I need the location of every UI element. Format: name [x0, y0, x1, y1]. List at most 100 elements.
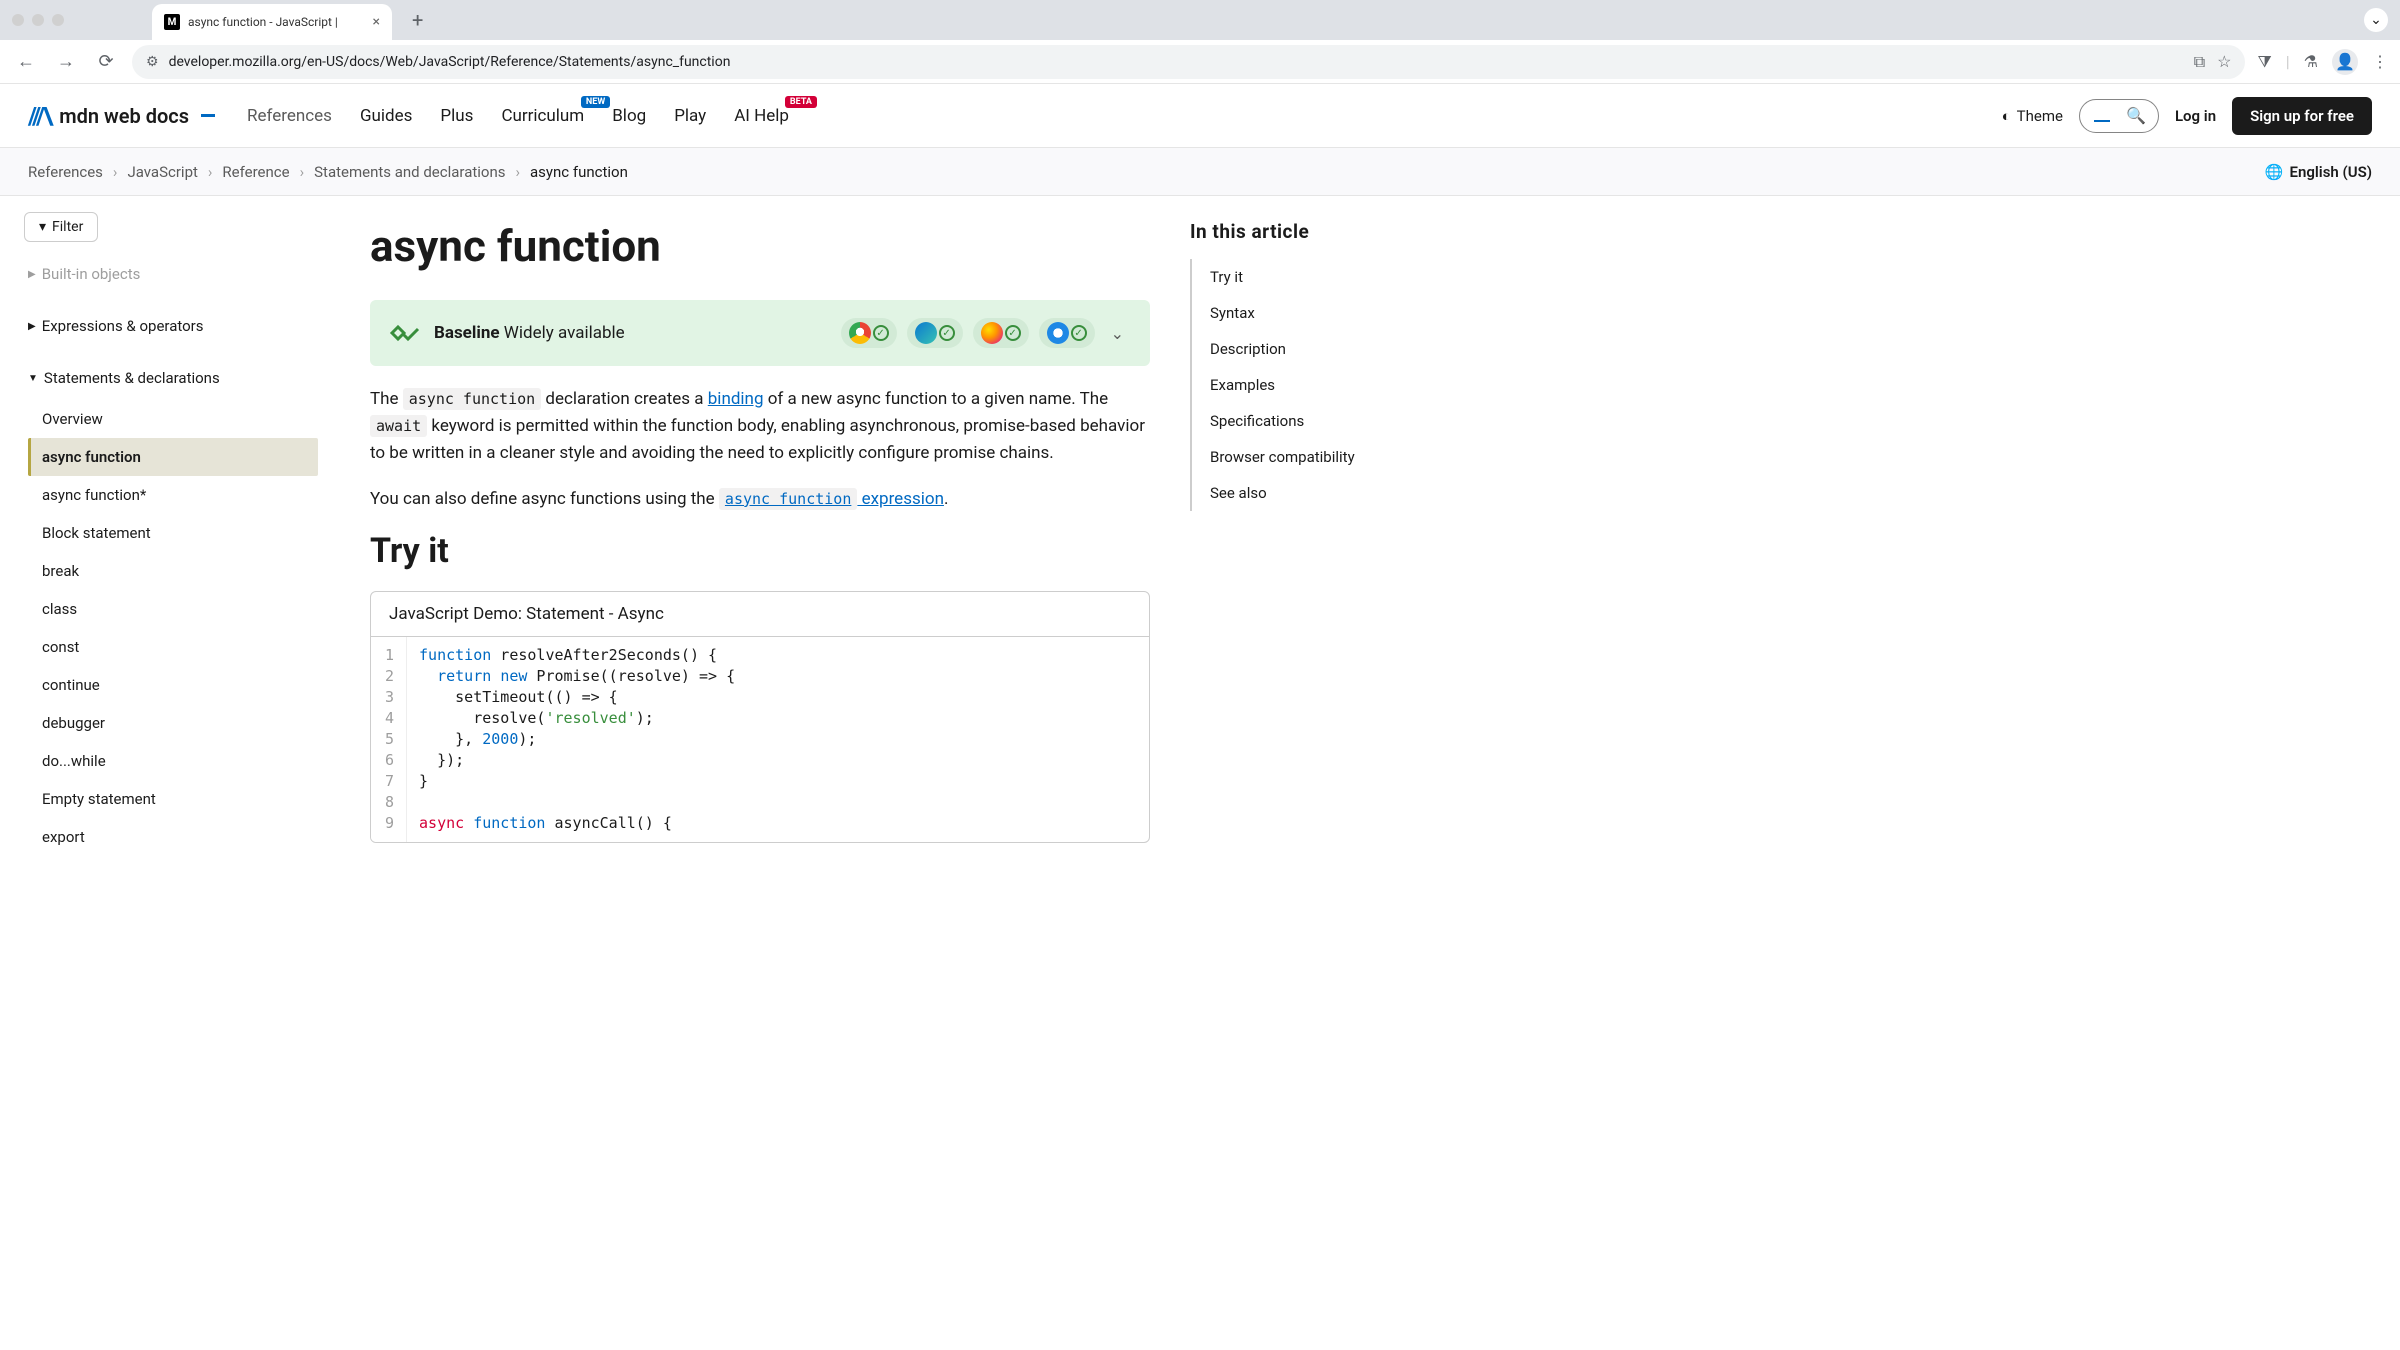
toc-heading: In this article	[1190, 220, 1442, 243]
chevron-right-icon: ›	[516, 163, 521, 181]
nav-guides[interactable]: Guides	[360, 106, 412, 126]
profile-button[interactable]: 👤	[2332, 49, 2358, 75]
toc-specifications[interactable]: Specifications	[1192, 403, 1442, 439]
toc-browser-compat[interactable]: Browser compatibility	[1192, 439, 1442, 475]
left-sidebar: ▾ Filter ▶Built-in objects ▶Expressions …	[0, 196, 330, 856]
baseline-text: Baseline Widely available	[434, 323, 625, 343]
chevron-right-icon: ›	[113, 163, 118, 181]
demo-title: JavaScript Demo: Statement - Async	[371, 592, 1149, 637]
theme-button[interactable]: ◐ Theme	[2002, 107, 2063, 125]
signup-button[interactable]: Sign up for free	[2232, 97, 2372, 135]
crumb-references[interactable]: References	[28, 163, 103, 181]
chevron-right-icon: ›	[208, 163, 213, 181]
link-async-function-expression[interactable]: async function expression	[719, 489, 944, 509]
nav-references[interactable]: References	[247, 106, 332, 126]
nav-curriculum[interactable]: CurriculumNEW	[501, 106, 584, 126]
expand-baseline-button[interactable]: ⌄	[1105, 324, 1130, 343]
chrome-icon	[849, 322, 871, 344]
safari-support: ✓	[1039, 318, 1095, 348]
tree-statements[interactable]: ▼Statements & declarations	[24, 362, 318, 394]
language-label: English (US)	[2290, 163, 2372, 181]
maximize-window-icon[interactable]	[52, 14, 64, 26]
crumb-javascript[interactable]: JavaScript	[127, 163, 197, 181]
statements-subnav: Overview async function async function* …	[28, 400, 318, 856]
sidebar-item-continue[interactable]: continue	[28, 666, 318, 704]
url-text: developer.mozilla.org/en-US/docs/Web/Jav…	[169, 54, 731, 70]
theme-label: Theme	[2017, 107, 2063, 125]
search-icon: 🔍	[2126, 106, 2146, 125]
edge-support: ✓	[907, 318, 963, 348]
table-of-contents: In this article Try it Syntax Descriptio…	[1190, 196, 1470, 856]
main-content: async function Baseline Widely available…	[330, 196, 1190, 856]
crumb-reference[interactable]: Reference	[222, 163, 289, 181]
sidebar-item-const[interactable]: const	[28, 628, 318, 666]
link-binding[interactable]: binding	[708, 389, 764, 409]
bookmark-icon[interactable]: ☆	[2217, 52, 2231, 71]
address-bar[interactable]: ⚙ developer.mozilla.org/en-US/docs/Web/J…	[132, 45, 2245, 79]
browser-toolbar: ← → ⟳ ⚙ developer.mozilla.org/en-US/docs…	[0, 40, 2400, 84]
caret-right-icon: ▶	[28, 321, 36, 332]
logo-text: mdn web docs	[59, 104, 189, 128]
firefox-icon	[981, 322, 1003, 344]
sidebar-item-export[interactable]: export	[28, 818, 318, 856]
nav-blog[interactable]: Blog	[612, 106, 646, 126]
logo-underscore-icon	[201, 114, 215, 117]
site-info-icon[interactable]: ⚙	[146, 54, 159, 70]
tab-title: async function - JavaScript |	[188, 15, 365, 29]
back-button[interactable]: ←	[12, 48, 40, 76]
crumb-statements[interactable]: Statements and declarations	[314, 163, 505, 181]
window-controls[interactable]	[12, 14, 64, 26]
sidebar-item-debugger[interactable]: debugger	[28, 704, 318, 742]
sidebar-item-break[interactable]: break	[28, 552, 318, 590]
toc-syntax[interactable]: Syntax	[1192, 295, 1442, 331]
nav-ai-help[interactable]: AI HelpBETA	[734, 106, 789, 126]
intro-paragraph-2: You can also define async functions usin…	[370, 486, 1150, 513]
site-header: ///\ mdn web docs References Guides Plus…	[0, 84, 2400, 148]
tab-list-button[interactable]: ⌄	[2364, 8, 2388, 32]
install-app-icon[interactable]: ⧉	[2194, 52, 2205, 72]
check-icon: ✓	[1005, 325, 1021, 341]
toc-see-also[interactable]: See also	[1192, 475, 1442, 511]
toc-try-it[interactable]: Try it	[1192, 259, 1442, 295]
toc-examples[interactable]: Examples	[1192, 367, 1442, 403]
extensions-icon[interactable]: ⧩	[2257, 52, 2271, 72]
filter-button[interactable]: ▾ Filter	[24, 212, 98, 242]
browser-support-pills: ✓ ✓ ✓ ✓ ⌄	[841, 318, 1130, 348]
search-button[interactable]: 🔍	[2079, 99, 2159, 133]
safari-icon	[1047, 322, 1069, 344]
new-tab-button[interactable]: +	[400, 8, 435, 32]
logo-mark-icon: ///\	[28, 102, 51, 130]
reload-button[interactable]: ⟳	[92, 48, 120, 76]
sidebar-item-overview[interactable]: Overview	[28, 400, 318, 438]
minimize-window-icon[interactable]	[32, 14, 44, 26]
login-link[interactable]: Log in	[2175, 107, 2216, 125]
code-body: function resolveAfter2Seconds() { return…	[407, 637, 747, 842]
sidebar-item-async-function[interactable]: async function	[28, 438, 318, 476]
sidebar-item-do-while[interactable]: do...while	[28, 742, 318, 780]
beta-badge: BETA	[785, 96, 817, 108]
nav-plus[interactable]: Plus	[440, 106, 473, 126]
toc-description[interactable]: Description	[1192, 331, 1442, 367]
filter-label: Filter	[52, 219, 83, 235]
sidebar-item-block-statement[interactable]: Block statement	[28, 514, 318, 552]
code-editor[interactable]: 1 2 3 4 5 6 7 8 9 function resolveAfter2…	[371, 637, 1149, 842]
sidebar-item-empty-statement[interactable]: Empty statement	[28, 780, 318, 818]
new-badge: NEW	[581, 96, 610, 108]
close-window-icon[interactable]	[12, 14, 24, 26]
sidebar-item-async-function-star[interactable]: async function*	[28, 476, 318, 514]
nav-play[interactable]: Play	[674, 106, 706, 126]
tree-expressions[interactable]: ▶Expressions & operators	[24, 310, 318, 342]
labs-icon[interactable]: ⚗	[2304, 52, 2318, 71]
menu-icon[interactable]: ⋮	[2372, 52, 2388, 71]
close-tab-icon[interactable]: ×	[373, 14, 380, 30]
forward-button[interactable]: →	[52, 48, 80, 76]
browser-tab[interactable]: M async function - JavaScript | ×	[152, 4, 392, 40]
mdn-logo[interactable]: ///\ mdn web docs	[28, 102, 215, 130]
crumb-current: async function	[530, 163, 628, 181]
tree-built-in-objects[interactable]: ▶Built-in objects	[24, 258, 318, 290]
language-picker[interactable]: 🌐 English (US)	[2265, 163, 2372, 181]
main-nav: References Guides Plus CurriculumNEW Blo…	[247, 106, 789, 126]
divider: |	[2286, 52, 2290, 71]
sidebar-item-class[interactable]: class	[28, 590, 318, 628]
chrome-support: ✓	[841, 318, 897, 348]
